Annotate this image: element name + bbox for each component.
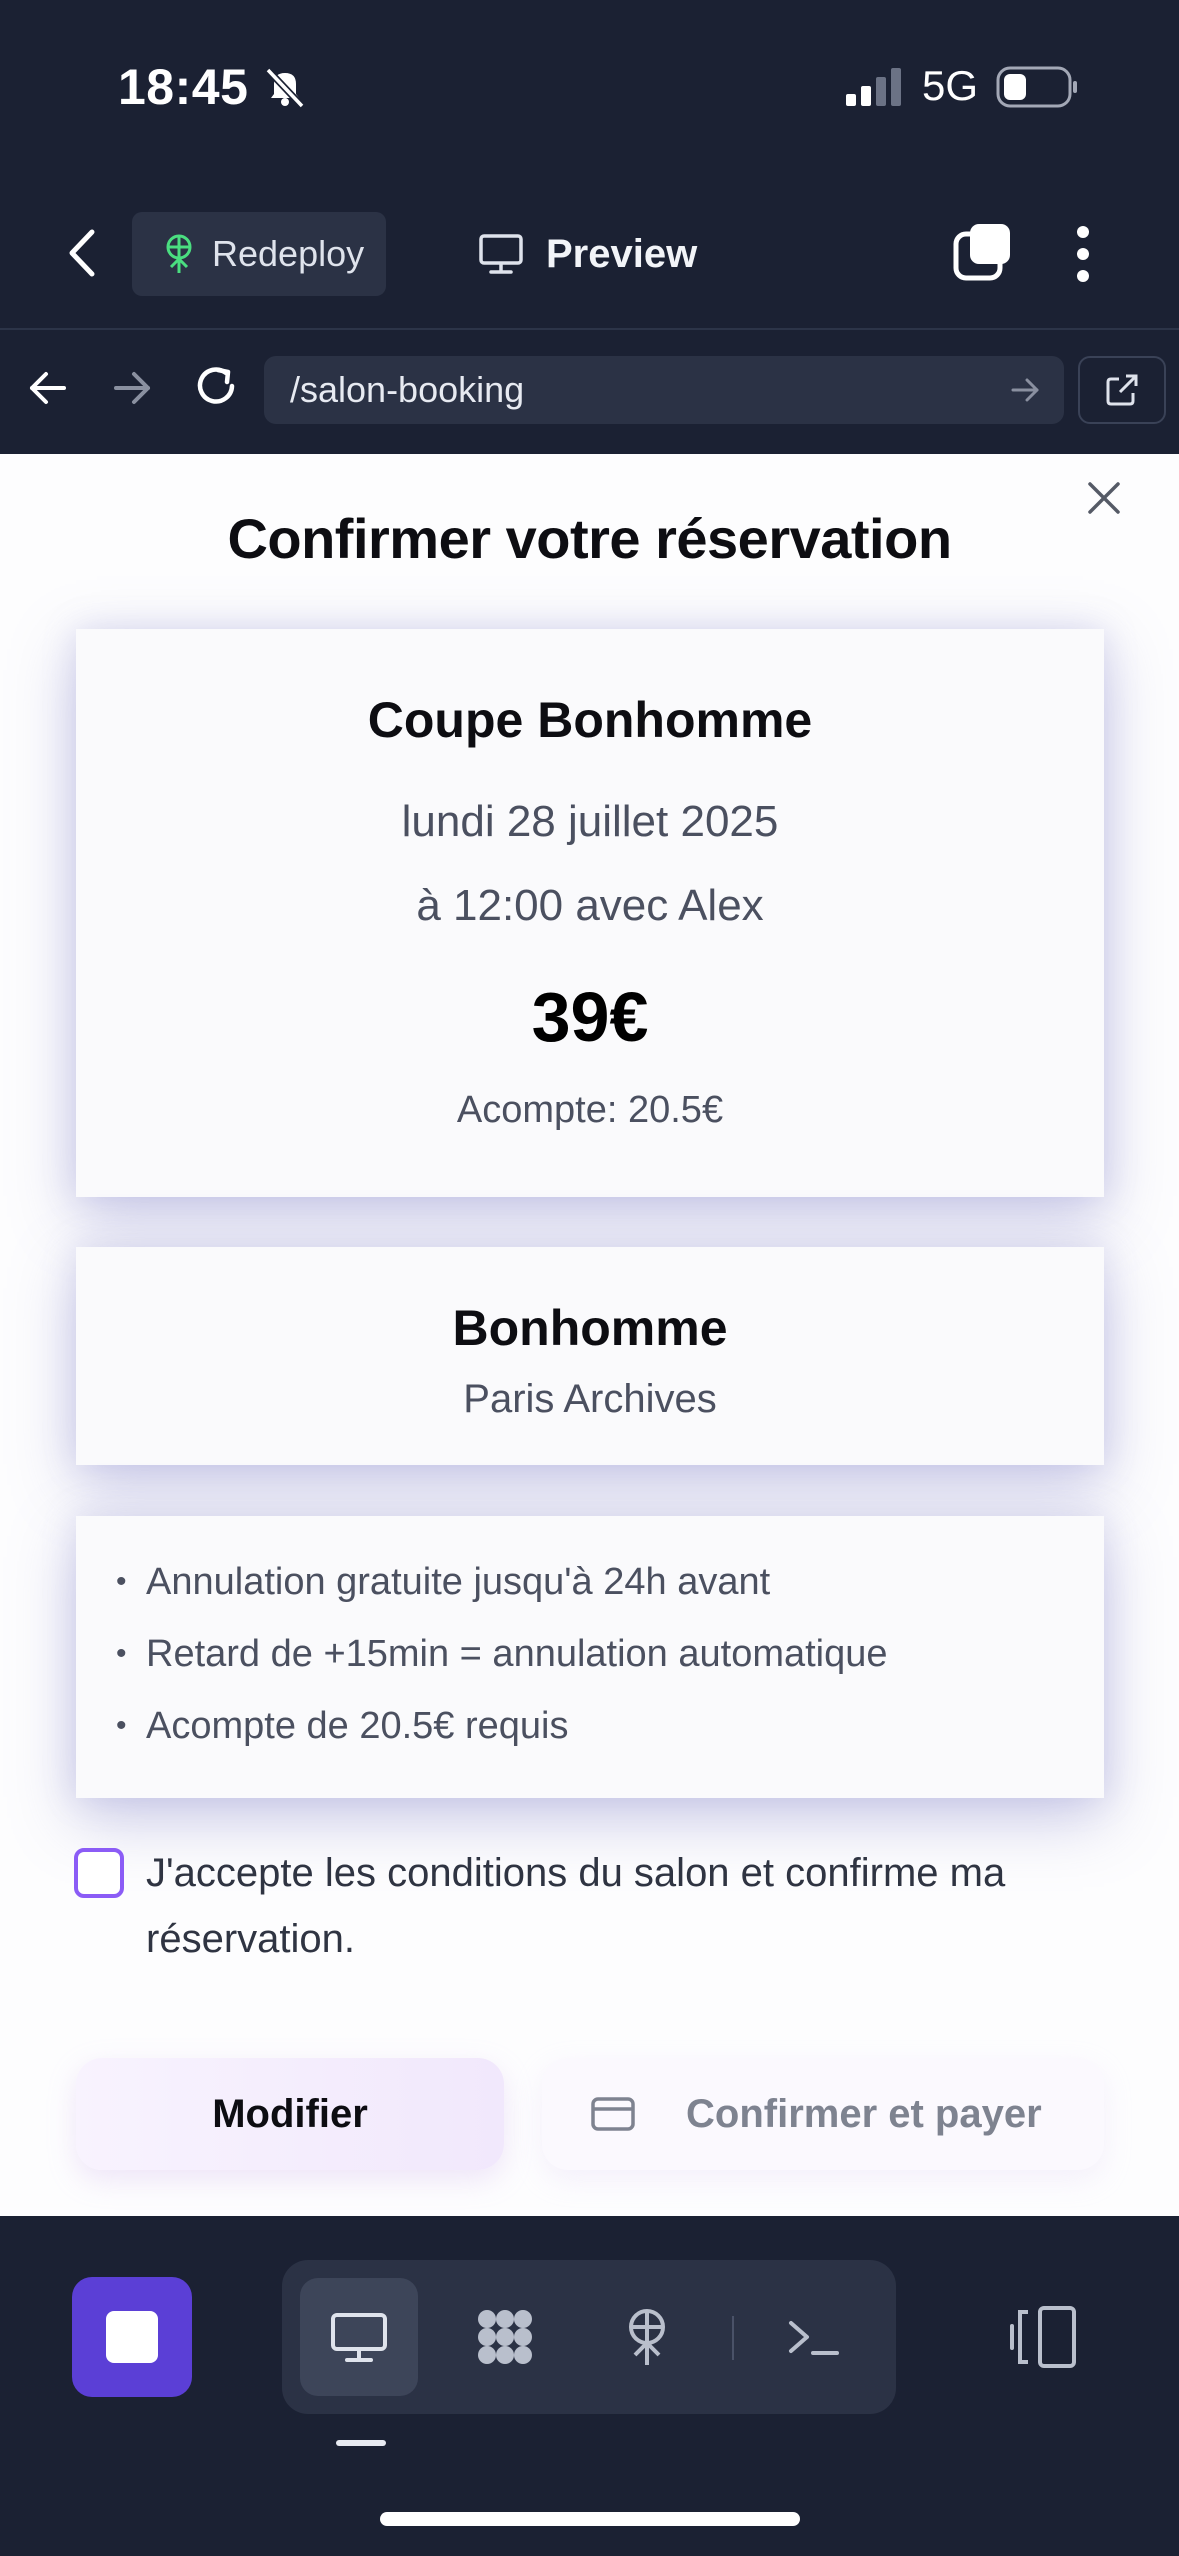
active-tab-indicator (336, 2440, 386, 2446)
service-date: lundi 28 juillet 2025 (401, 797, 779, 846)
redeploy-button[interactable]: Redeploy (132, 212, 386, 296)
tab-apps[interactable] (446, 2278, 564, 2396)
battery-icon (996, 66, 1077, 108)
preview-label: Preview (546, 231, 698, 276)
monitor-icon (331, 2313, 387, 2362)
kebab-menu-icon[interactable] (1076, 224, 1090, 284)
arrow-left-icon[interactable] (28, 370, 68, 406)
tabs-icon[interactable] (952, 222, 1012, 282)
external-link-icon (1106, 374, 1138, 406)
signal-icon (846, 68, 901, 106)
reload-icon[interactable] (192, 362, 240, 410)
antenna-icon (629, 2309, 665, 2365)
network-label: 5G (922, 62, 979, 109)
rules-card: • Annulation gratuite jusqu'à 24h avant •… (76, 1516, 1104, 1798)
service-price: 39€ (531, 978, 649, 1056)
list-item: • Acompte de 20.5€ requis (116, 1705, 569, 1747)
rules-list: • Annulation gratuite jusqu'à 24h avant •… (116, 1558, 888, 1774)
service-card: Coupe Bonhomme lundi 28 juillet 2025 à 1… (76, 629, 1104, 1197)
status-bar: 18:45 5G (0, 0, 1179, 170)
view-switcher (282, 2260, 896, 2414)
bottom-toolbar (0, 2216, 1179, 2556)
open-external-button[interactable] (1078, 356, 1166, 424)
salon-location: Paris Archives (463, 1377, 717, 1421)
service-time: à 12:00 avec Alex (416, 881, 764, 930)
service-deposit: Acompte: 20.5€ (456, 1089, 724, 1131)
terminal-icon (789, 2321, 839, 2355)
monitor-icon (479, 234, 523, 274)
confirm-pay-label: Confirmer et payer (686, 2091, 1042, 2136)
redeploy-label: Redeploy (212, 233, 365, 274)
panel-icon[interactable] (1008, 2304, 1078, 2370)
list-item: • Retard de +15min = annulation automatiq… (116, 1633, 888, 1675)
url-field[interactable]: /salon-booking (264, 356, 1064, 424)
url-text: /salon-booking (290, 369, 525, 410)
credit-card-icon (591, 2097, 635, 2131)
divider (732, 2316, 734, 2360)
status-time: 18:45 (118, 59, 249, 115)
confirm-pay-button[interactable]: Confirmer et payer (542, 2058, 1104, 2170)
tab-terminal[interactable] (754, 2278, 872, 2396)
arrow-right-icon[interactable] (1010, 376, 1040, 404)
preview-page: Confirmer votre réservation Coupe Bonhom… (0, 454, 1179, 2216)
bell-slash-icon (265, 67, 305, 109)
tab-deploy[interactable] (588, 2278, 706, 2396)
consent-label[interactable]: J'accepte les conditions du salon et con… (146, 1840, 1106, 1972)
browser-bar: /salon-booking (0, 332, 1179, 452)
app-header: Redeploy Preview (0, 200, 1179, 330)
consent-checkbox[interactable] (74, 1848, 124, 1898)
modal-title: Confirmer votre réservation (227, 507, 952, 570)
antenna-icon (166, 234, 192, 273)
stop-icon (106, 2311, 158, 2363)
modify-button[interactable]: Modifier (76, 2058, 504, 2170)
tab-preview[interactable] (300, 2278, 418, 2396)
stop-button[interactable] (72, 2277, 192, 2397)
list-item: • Annulation gratuite jusqu'à 24h avant (116, 1561, 771, 1603)
service-name: Coupe Bonhomme (367, 692, 813, 748)
arrow-right-icon[interactable] (112, 370, 152, 406)
preview-button[interactable]: Preview (478, 212, 697, 296)
salon-name: Bonhomme (452, 1300, 728, 1356)
salon-card: Bonhomme Paris Archives (76, 1247, 1104, 1465)
chevron-left-icon[interactable] (62, 226, 106, 280)
home-indicator[interactable] (380, 2512, 800, 2526)
apps-grid-icon (478, 2310, 532, 2364)
